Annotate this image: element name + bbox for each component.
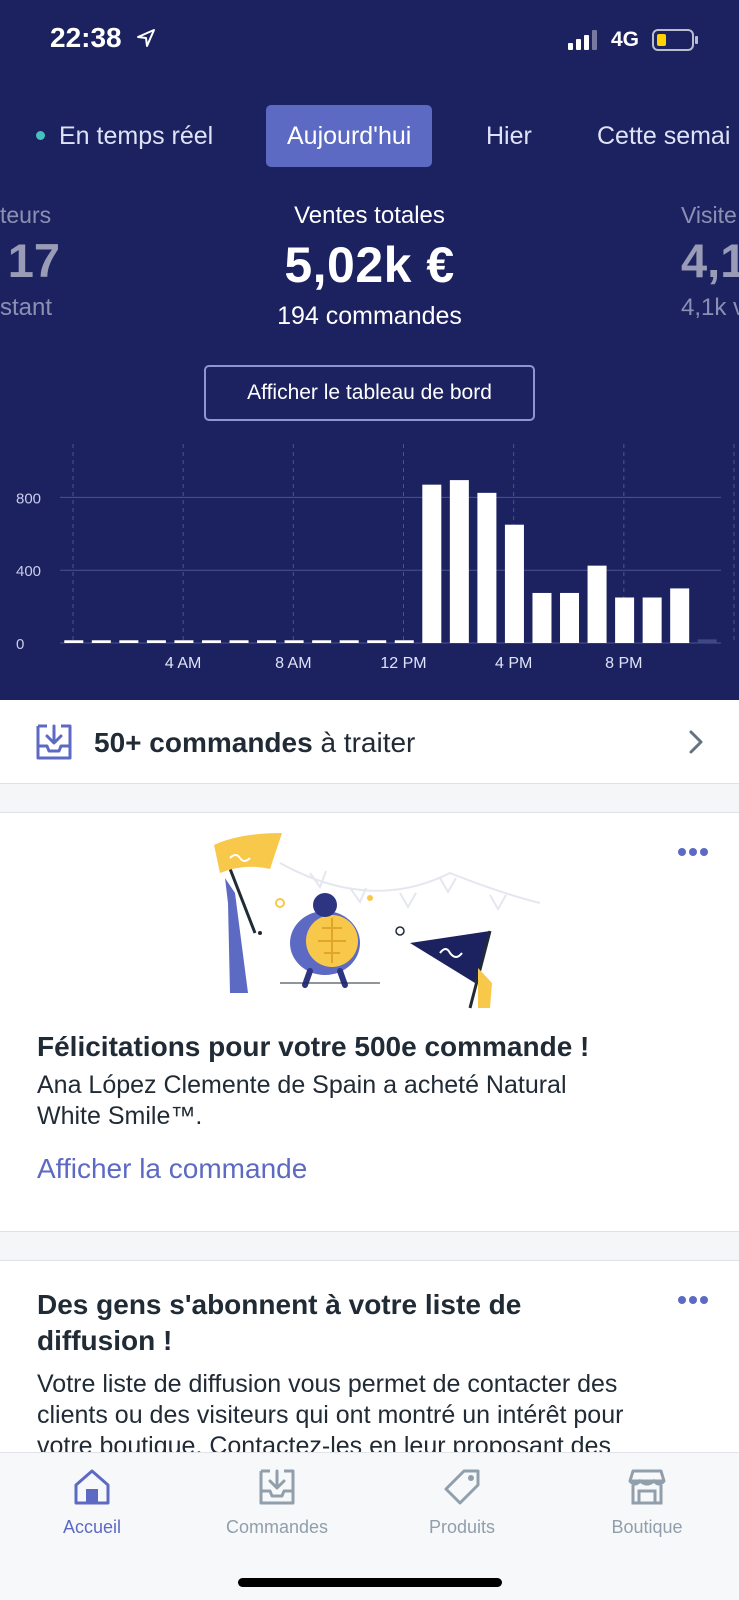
sales-bar-chart: 0 400 800 4 AM 8 AM 12 PM 4 PM 8 PM — [16, 444, 735, 672]
mailing-list-title-line: diffusion ! — [37, 1325, 173, 1356]
status-time: 22:38 — [50, 22, 122, 53]
chevron-right-icon — [689, 730, 703, 754]
chart-bar — [670, 588, 690, 643]
chart-x-tick-label: 8 PM — [605, 655, 642, 672]
nav-label: Produits — [428, 1517, 496, 1537]
chart-bar — [532, 592, 552, 643]
milestone-title: Félicitations pour votre 500e commande ! — [37, 1031, 590, 1062]
stats-header: 22:38 4G En temps réel Aujourd'hui Hier … — [0, 0, 739, 700]
celebration-turtle-illustration — [214, 833, 541, 1009]
milestone-body-line: Ana López Clemente de Spain a acheté Nat… — [37, 1071, 567, 1099]
nav-home[interactable]: Accueil — [12, 1467, 172, 1538]
chart-bar — [560, 592, 580, 643]
chart-bar — [91, 640, 111, 643]
chart-bar — [642, 597, 662, 643]
tab-realtime[interactable]: En temps réel — [59, 105, 213, 167]
chart-bar — [312, 640, 332, 643]
milestone-card: Félicitations pour votre 500e commande !… — [0, 812, 739, 1232]
chart-bar — [449, 480, 469, 643]
chart-bar — [367, 640, 387, 643]
chart-bar — [422, 484, 442, 643]
chart-x-tick-label: 4 AM — [165, 655, 201, 672]
chart-x-tick-label: 4 PM — [495, 655, 532, 672]
view-dashboard-button[interactable]: Afficher le tableau de bord — [204, 365, 535, 421]
chart-x-tick-label: 8 AM — [275, 655, 311, 672]
home-indicator — [238, 1578, 502, 1587]
mailing-list-body-line: Votre liste de diffusion vous permet de … — [37, 1370, 618, 1398]
nav-label: Accueil — [62, 1517, 122, 1537]
chart-y-tick-label: 800 — [16, 490, 41, 507]
nav-label: Boutique — [611, 1517, 683, 1537]
orders-icon — [259, 1469, 295, 1505]
location-arrow-icon — [137, 29, 155, 47]
chart-bar — [587, 565, 607, 643]
metric-label: Visite — [681, 202, 737, 228]
tag-icon — [444, 1469, 480, 1505]
chart-bar — [174, 640, 194, 643]
view-order-link[interactable]: Afficher la commande — [37, 1153, 307, 1185]
more-options-icon[interactable] — [677, 847, 709, 857]
mailing-list-body-line: clients ou des visiteurs qui ont montré … — [37, 1401, 624, 1429]
nav-orders[interactable]: Commandes — [197, 1467, 357, 1538]
orders-label: à traiter — [312, 727, 416, 758]
orders-count: 50+ commandes — [94, 727, 313, 758]
metric-subtext: 194 commandes — [277, 302, 462, 330]
chart-bar — [615, 597, 635, 643]
status-bar: 22:38 4G — [0, 0, 739, 84]
date-range-tabs: En temps réel Aujourd'hui Hier Cette sem… — [0, 105, 739, 167]
mailing-list-title-line: Des gens s'abonnent à votre liste de — [37, 1289, 522, 1320]
nav-products[interactable]: Produits — [382, 1467, 542, 1538]
metric-label: Ventes totales — [294, 202, 445, 229]
chart-bar — [119, 640, 139, 643]
store-icon — [628, 1469, 666, 1505]
chart-bar — [339, 640, 359, 643]
chart-x-tick-label: 12 PM — [380, 655, 426, 672]
chart-bar — [504, 524, 524, 643]
metric-value: 5,02k € — [284, 237, 455, 293]
chart-bar — [146, 640, 166, 643]
chart-bar — [697, 639, 717, 643]
battery-icon — [652, 29, 698, 51]
live-indicator-icon — [36, 131, 45, 140]
tab-yesterday[interactable]: Hier — [486, 105, 532, 167]
tab-this-week[interactable]: Cette semai — [597, 105, 730, 167]
chart-bar — [64, 640, 84, 643]
chart-bar — [477, 492, 497, 643]
chart-bar — [201, 640, 221, 643]
tab-today[interactable]: Aujourd'hui — [266, 105, 433, 167]
signal-strength-icon — [568, 30, 597, 50]
orders-to-fulfill-text: 50+ commandes à traiter — [94, 727, 415, 759]
chart-bar — [284, 640, 304, 643]
mailing-list-card: Des gens s'abonnent à votre liste de dif… — [0, 1260, 739, 1460]
chart-bar — [229, 640, 249, 643]
milestone-body-line: White Smile™. — [37, 1102, 203, 1130]
nav-store[interactable]: Boutique — [567, 1467, 727, 1538]
chart-bar — [257, 640, 277, 643]
more-options-icon[interactable] — [677, 1295, 709, 1305]
chart-y-tick-label: 400 — [16, 563, 41, 580]
nav-label: Commandes — [225, 1517, 329, 1537]
home-icon — [74, 1469, 110, 1505]
chart-bar — [394, 640, 414, 643]
chart-y-tick-label: 0 — [16, 636, 24, 653]
metric-total-sales[interactable]: Ventes totales 5,02k € 194 commandes — [0, 202, 739, 331]
metric-visits[interactable]: Visite 4,1 4,1k v — [681, 202, 739, 322]
network-type: 4G — [611, 28, 640, 51]
orders-to-fulfill-row[interactable]: 50+ commandes à traiter — [0, 700, 739, 784]
metric-subtext: 4,1k v — [681, 294, 739, 321]
metric-value: 4,1 — [681, 234, 739, 287]
inbox-download-icon — [36, 724, 72, 760]
